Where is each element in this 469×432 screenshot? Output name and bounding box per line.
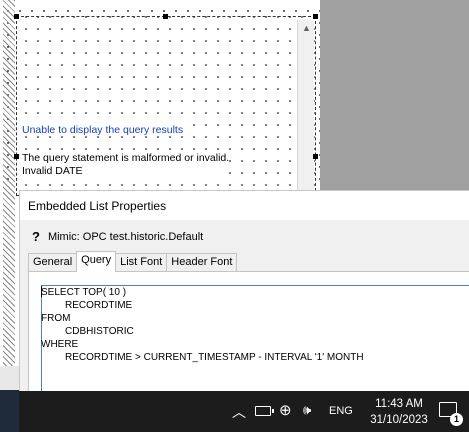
embedded-list-object[interactable]: Unable to display the query results The …: [16, 16, 316, 196]
notification-badge: 1: [450, 413, 463, 426]
language-indicator[interactable]: ENG: [329, 405, 353, 417]
selection-hatch-border: [3, 0, 15, 380]
chevron-up-icon[interactable]: ︿: [232, 402, 246, 422]
desktop-edge: [0, 390, 19, 432]
help-icon[interactable]: ?: [32, 229, 40, 244]
tab-strip: General Query List Font Header Font: [28, 251, 238, 272]
text-caret: [41, 286, 42, 297]
mimic-row: ? Mimic: OPC test.historic.Default: [32, 229, 203, 244]
scroll-up-icon[interactable]: ▲: [298, 20, 315, 37]
query-error-title: Unable to display the query results: [22, 124, 184, 136]
selection-handle-middle-right[interactable]: [313, 154, 318, 159]
tab-header-font[interactable]: Header Font: [166, 253, 238, 272]
embedded-list-scrollbar[interactable]: ▲: [297, 20, 314, 190]
volume-icon[interactable]: 🕪: [303, 402, 311, 418]
selection-handle-middle-left[interactable]: [14, 154, 19, 159]
mimic-label: Mimic: OPC test.historic.Default: [47, 230, 204, 243]
tab-general[interactable]: General: [28, 253, 78, 272]
query-text[interactable]: SELECT TOP( 10 ) RECORDTIME FROM CDBHISTORI…: [41, 286, 364, 364]
query-line-recordtime: RECORDTIME: [65, 300, 133, 311]
window-edge: [0, 366, 19, 390]
query-line-table: CDBHISTORIC: [65, 326, 134, 337]
query-line-select: SELECT TOP( 10 ): [41, 287, 127, 298]
tab-list-font[interactable]: List Font: [115, 253, 168, 272]
selection-handle-top-middle[interactable]: [163, 14, 168, 19]
clock-time: 11:43 AM: [375, 398, 423, 410]
battery-icon[interactable]: [255, 406, 274, 416]
query-line-condition: RECORDTIME > CURRENT_TIMESTAMP - INTERVA…: [65, 352, 364, 363]
selection-handle-top-left[interactable]: [14, 14, 19, 19]
selection-handle-top-right[interactable]: [313, 14, 318, 19]
query-error-message: The query statement is malformed or inva…: [22, 152, 230, 178]
taskbar: ︿ ⊕ 🕪 ENG 11:43 AM 31/10/2023 1: [19, 391, 469, 432]
query-error-line-1: The query statement is malformed or inva…: [22, 152, 230, 164]
canvas-outside-area: [320, 0, 469, 190]
clock[interactable]: 11:43 AM 31/10/2023: [365, 396, 433, 428]
dialog-title: Embedded List Properties: [28, 199, 167, 213]
dialog-titlebar[interactable]: Embedded List Properties: [20, 191, 469, 220]
globe-icon[interactable]: ⊕: [279, 401, 292, 419]
clock-date: 31/10/2023: [370, 414, 428, 426]
tab-query[interactable]: Query: [76, 251, 117, 272]
query-line-where: WHERE: [41, 339, 79, 350]
query-error-line-2: Invalid DATE: [22, 165, 83, 177]
query-line-from: FROM: [41, 313, 71, 324]
